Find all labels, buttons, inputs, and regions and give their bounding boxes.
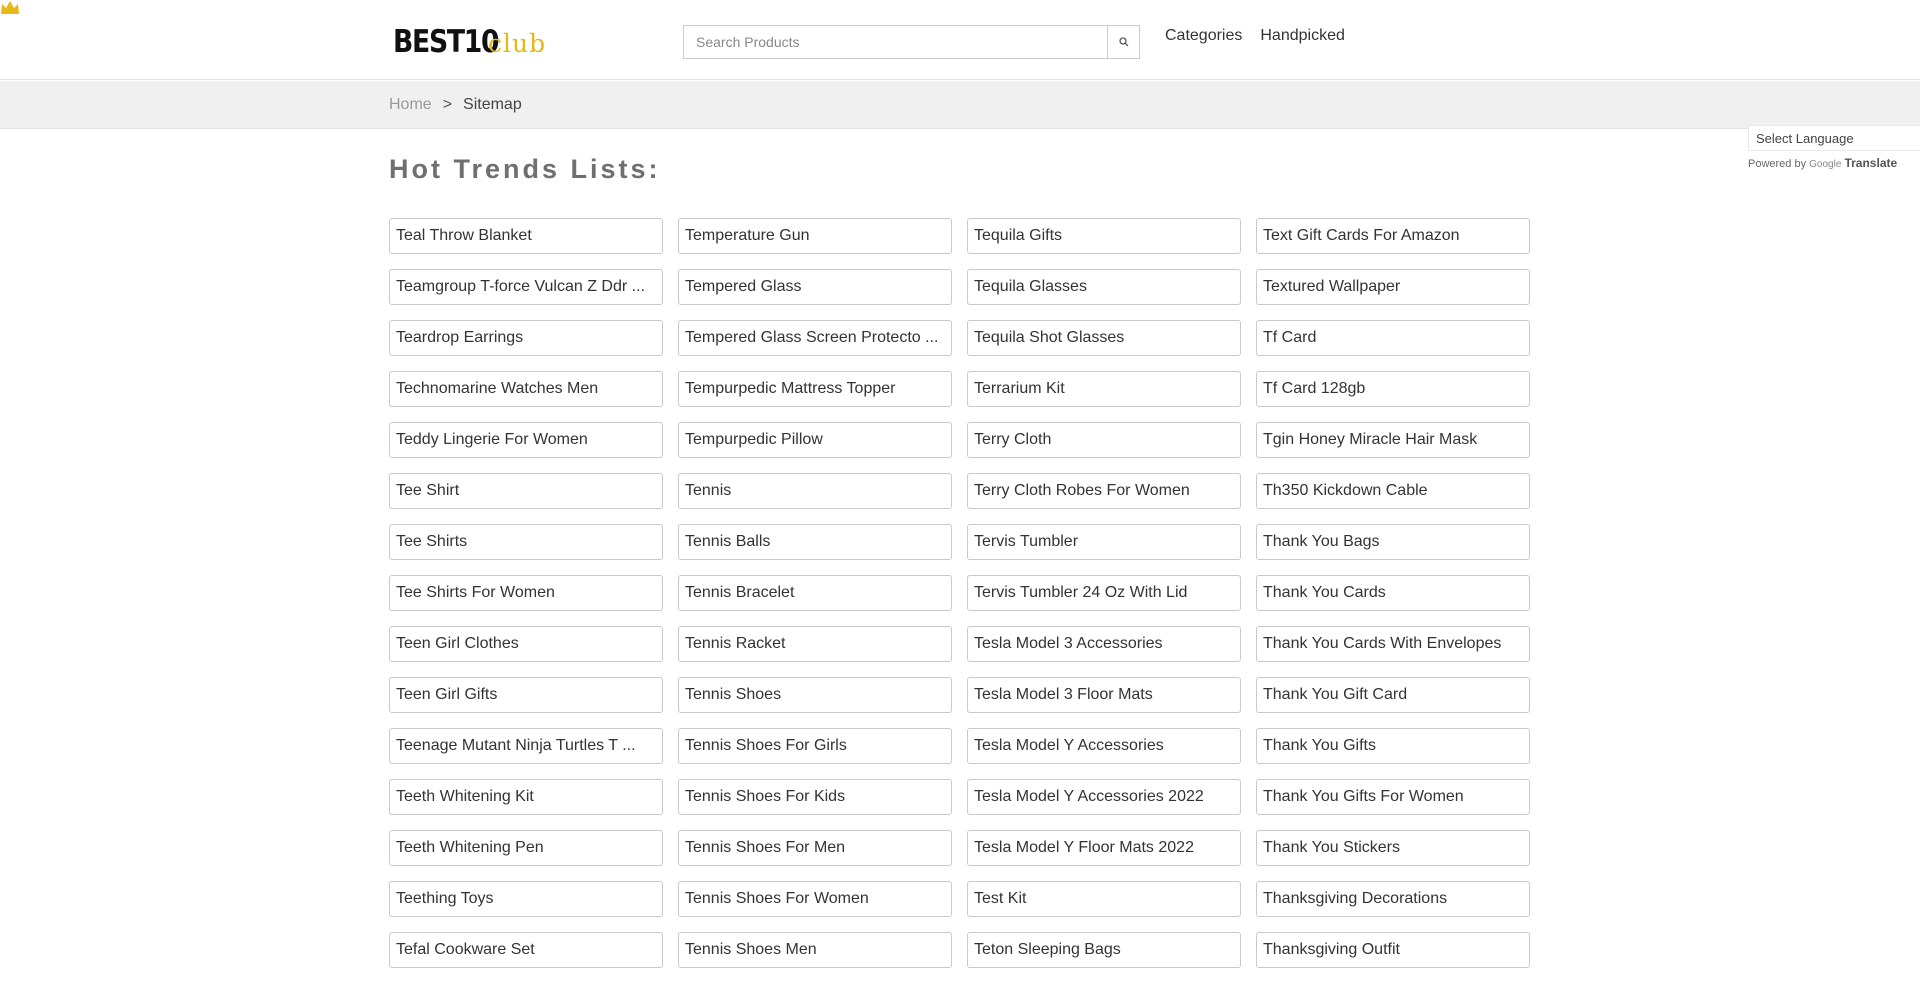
trend-link[interactable]: Tesla Model Y Floor Mats 2022 — [967, 830, 1241, 866]
trend-link[interactable]: Text Gift Cards For Amazon — [1256, 218, 1530, 254]
trend-link[interactable]: Teddy Lingerie For Women — [389, 422, 663, 458]
trend-link[interactable]: Teton Sleeping Bags — [967, 932, 1241, 968]
trend-link[interactable]: Tennis Racket — [678, 626, 952, 662]
trend-link[interactable]: Test Kit — [967, 881, 1241, 917]
trend-link[interactable]: Tennis Shoes — [678, 677, 952, 713]
trend-link[interactable]: Th350 Kickdown Cable — [1256, 473, 1530, 509]
trend-link[interactable]: Tempered Glass — [678, 269, 952, 305]
trend-link[interactable]: Teeth Whitening Kit — [389, 779, 663, 815]
trend-list-grid: Teal Throw Blanket Temperature Gun Tequila… — [389, 218, 1530, 968]
search-bar — [683, 25, 1140, 59]
breadcrumb-current: Sitemap — [463, 96, 522, 113]
logo-wordmark: BEST10 — [393, 24, 500, 60]
trend-link[interactable]: Thank You Cards With Envelopes — [1256, 626, 1530, 662]
search-button[interactable] — [1107, 25, 1140, 59]
trend-link[interactable]: Tequila Gifts — [967, 218, 1241, 254]
trend-link[interactable]: Teeth Whitening Pen — [389, 830, 663, 866]
trend-link[interactable]: Tee Shirts — [389, 524, 663, 560]
trend-link[interactable]: Tf Card — [1256, 320, 1530, 356]
trend-link[interactable]: Tequila Glasses — [967, 269, 1241, 305]
trend-link[interactable]: Tennis Shoes For Men — [678, 830, 952, 866]
translate-link[interactable]: Translate — [1844, 156, 1897, 170]
page-title: Hot Trends Lists: — [389, 154, 661, 184]
trend-link[interactable]: Thank You Gifts — [1256, 728, 1530, 764]
trend-link[interactable]: Tempurpedic Pillow — [678, 422, 952, 458]
trend-link[interactable]: Thank You Gift Card — [1256, 677, 1530, 713]
trend-link[interactable]: Teething Toys — [389, 881, 663, 917]
trend-link[interactable]: Thanksgiving Decorations — [1256, 881, 1530, 917]
trend-link[interactable]: Teardrop Earrings — [389, 320, 663, 356]
trend-link[interactable]: Terry Cloth Robes For Women — [967, 473, 1241, 509]
trend-link[interactable]: Tennis Shoes For Women — [678, 881, 952, 917]
trend-link[interactable]: Thank You Bags — [1256, 524, 1530, 560]
crown-icon — [1, 1, 19, 14]
breadcrumb: Home > Sitemap — [389, 96, 522, 114]
trend-link[interactable]: Tesla Model Y Accessories — [967, 728, 1241, 764]
trend-link[interactable]: Tf Card 128gb — [1256, 371, 1530, 407]
trend-link[interactable]: Teal Throw Blanket — [389, 218, 663, 254]
search-input[interactable] — [683, 25, 1107, 59]
language-select[interactable]: Select Language — [1748, 125, 1920, 151]
trend-link[interactable]: Tee Shirt — [389, 473, 663, 509]
trend-link[interactable]: Tennis Shoes For Girls — [678, 728, 952, 764]
trend-link[interactable]: Tervis Tumbler 24 Oz With Lid — [967, 575, 1241, 611]
trend-link[interactable]: Tervis Tumbler — [967, 524, 1241, 560]
trend-link[interactable]: Tee Shirts For Women — [389, 575, 663, 611]
trend-link[interactable]: Tempurpedic Mattress Topper — [678, 371, 952, 407]
trend-link[interactable]: Thank You Gifts For Women — [1256, 779, 1530, 815]
trend-link[interactable]: Teamgroup T-force Vulcan Z Ddr ... — [389, 269, 663, 305]
google-translate-widget: Select Language Powered by Google Transl… — [1748, 125, 1920, 170]
trend-link[interactable]: Terry Cloth — [967, 422, 1241, 458]
site-logo[interactable]: BEST10 club — [393, 18, 546, 60]
trend-link[interactable]: Tgin Honey Miracle Hair Mask — [1256, 422, 1530, 458]
trend-link[interactable]: Tennis Bracelet — [678, 575, 952, 611]
trend-link[interactable]: Tennis Balls — [678, 524, 952, 560]
trend-link[interactable]: Tesla Model Y Accessories 2022 — [967, 779, 1241, 815]
site-header: BEST10 club Categories Handpicked — [0, 0, 1920, 80]
trend-link[interactable]: Tennis Shoes For Kids — [678, 779, 952, 815]
breadcrumb-home[interactable]: Home — [389, 96, 432, 113]
trend-link[interactable]: Technomarine Watches Men — [389, 371, 663, 407]
powered-by: Powered by Google Translate — [1748, 156, 1920, 170]
google-logo: Google — [1809, 159, 1842, 170]
trend-link[interactable]: Tesla Model 3 Floor Mats — [967, 677, 1241, 713]
trend-link[interactable]: Tesla Model 3 Accessories — [967, 626, 1241, 662]
trend-link[interactable]: Temperature Gun — [678, 218, 952, 254]
trend-link[interactable]: Terrarium Kit — [967, 371, 1241, 407]
nav-categories[interactable]: Categories — [1165, 27, 1242, 45]
breadcrumb-bar: Home > Sitemap — [0, 81, 1920, 129]
trend-link[interactable]: Teenage Mutant Ninja Turtles T ... — [389, 728, 663, 764]
trend-link[interactable]: Tennis Shoes Men — [678, 932, 952, 968]
trend-link[interactable]: Teen Girl Clothes — [389, 626, 663, 662]
trend-link[interactable]: Teen Girl Gifts — [389, 677, 663, 713]
trend-link[interactable]: Tefal Cookware Set — [389, 932, 663, 968]
trend-link[interactable]: Thank You Cards — [1256, 575, 1530, 611]
logo-club-text: club — [488, 29, 547, 58]
trend-link[interactable]: Tequila Shot Glasses — [967, 320, 1241, 356]
trend-link[interactable]: Thanksgiving Outfit — [1256, 932, 1530, 968]
powered-by-label: Powered by — [1748, 158, 1807, 170]
breadcrumb-separator: > — [442, 96, 453, 113]
nav-handpicked[interactable]: Handpicked — [1260, 27, 1345, 45]
trend-link[interactable]: Tempered Glass Screen Protecto ... — [678, 320, 952, 356]
trend-link[interactable]: Thank You Stickers — [1256, 830, 1530, 866]
trend-link[interactable]: Textured Wallpaper — [1256, 269, 1530, 305]
main-nav: Categories Handpicked — [1165, 27, 1345, 45]
trend-link[interactable]: Tennis — [678, 473, 952, 509]
search-icon — [1118, 37, 1128, 47]
